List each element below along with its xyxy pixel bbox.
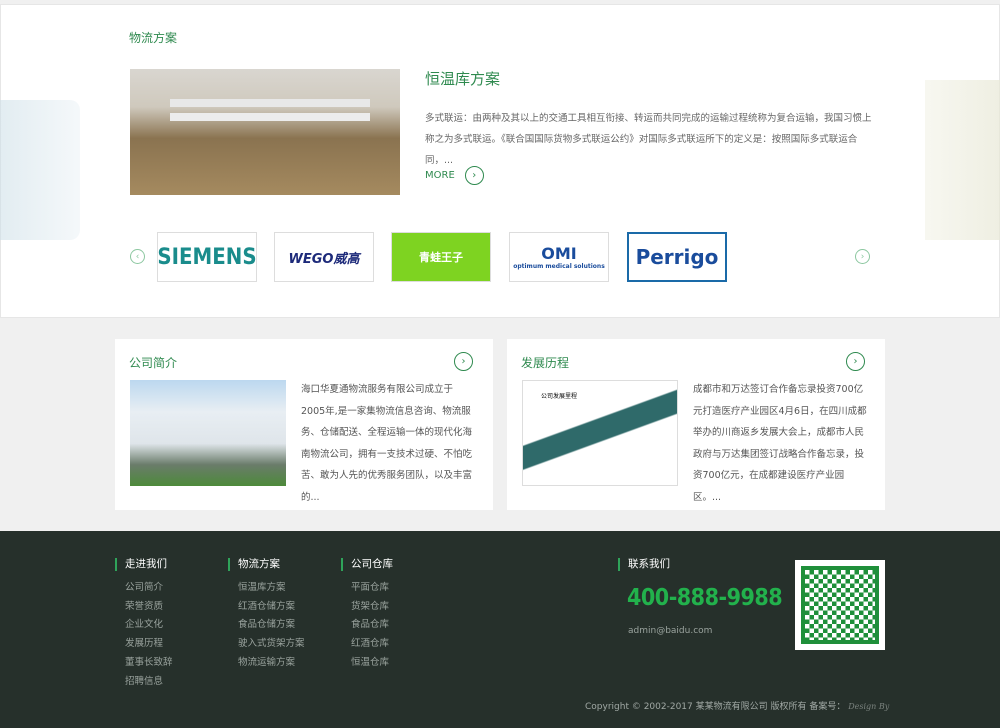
- footer-link[interactable]: 驶入式货架方案: [228, 638, 305, 651]
- copyright: Copyright © 2002-2017 某某物流有限公司 版权所有 备案号：…: [585, 702, 890, 712]
- footer-link[interactable]: 公司简介: [115, 582, 173, 595]
- footer-contact: 联系我们: [618, 558, 670, 571]
- footer-col-title: 走进我们: [115, 558, 173, 571]
- footer-col-title: 公司仓库: [341, 558, 393, 571]
- history-image: 公司发展里程: [522, 380, 678, 486]
- footer-link[interactable]: 恒温库方案: [228, 582, 305, 595]
- partner-logo-frog-prince[interactable]: 青蛙王子: [391, 232, 491, 282]
- carousel-prev-button[interactable]: ‹: [130, 249, 145, 264]
- solution-title[interactable]: 恒温库方案: [425, 68, 500, 89]
- footer-link[interactable]: 食品仓储方案: [228, 619, 305, 632]
- footer-link[interactable]: 红酒仓储方案: [228, 601, 305, 614]
- history-card: 发展历程 › 公司发展里程 成都市和万达签订合作备忘录投资700亿元打造医疗产业…: [507, 339, 885, 510]
- warehouse-image[interactable]: [130, 69, 400, 195]
- footer-link[interactable]: 货架仓库: [341, 601, 393, 614]
- about-text: 海口华夏通物流服务有限公司成立于2005年,是一家集物流信息咨询、物流服务、仓储…: [301, 384, 473, 503]
- partner-logo-siemens[interactable]: SIEMENS: [157, 232, 257, 282]
- more-label: MORE: [425, 170, 455, 181]
- footer-link[interactable]: 红酒仓库: [341, 638, 393, 651]
- footer-link[interactable]: 企业文化: [115, 619, 173, 632]
- carousel-next-button[interactable]: ›: [855, 249, 870, 264]
- chevron-right-icon[interactable]: ›: [454, 352, 473, 371]
- footer-link[interactable]: 董事长致辞: [115, 657, 173, 670]
- email-link[interactable]: admin@baidu.com: [628, 626, 712, 636]
- history-title[interactable]: 发展历程: [521, 354, 569, 371]
- company-building-image: [130, 380, 286, 486]
- footer-link[interactable]: 平面仓库: [341, 582, 393, 595]
- about-title[interactable]: 公司简介: [129, 354, 177, 371]
- more-link[interactable]: MORE ›: [425, 166, 484, 185]
- partner-logo-perrigo[interactable]: Perrigo: [627, 232, 727, 282]
- footer-col-about: 走进我们 公司简介 荣誉资质 企业文化 发展历程 董事长致辞 招聘信息: [115, 558, 173, 688]
- about-card: 公司简介 › 海口华夏通物流服务有限公司成立于2005年,是一家集物流信息咨询、…: [115, 339, 493, 510]
- chevron-right-icon: ›: [464, 166, 484, 185]
- history-text: 成都市和万达签订合作备忘录投资700亿元打造医疗产业园区4月6日，在四川成都举办…: [693, 384, 867, 503]
- footer-col-solutions: 物流方案 恒温库方案 红酒仓储方案 食品仓储方案 驶入式货架方案 物流运输方案: [228, 558, 305, 670]
- footer-col-warehouses: 公司仓库 平面仓库 货架仓库 食品仓库 红酒仓库 恒温仓库: [341, 558, 393, 670]
- footer-link[interactable]: 食品仓库: [341, 619, 393, 632]
- chevron-right-icon[interactable]: ›: [846, 352, 865, 371]
- footer-link[interactable]: 发展历程: [115, 638, 173, 651]
- truck-decoration: [0, 100, 80, 240]
- footer-link[interactable]: 荣誉资质: [115, 601, 173, 614]
- forklift-decoration: [925, 80, 1000, 240]
- footer-link[interactable]: 恒温仓库: [341, 657, 393, 670]
- qr-code: [795, 560, 885, 650]
- phone-number: 400-888-9988: [627, 585, 783, 611]
- footer-link[interactable]: 物流运输方案: [228, 657, 305, 670]
- contact-title: 联系我们: [618, 558, 670, 571]
- section-title: 物流方案: [129, 31, 178, 45]
- footer-link[interactable]: 招聘信息: [115, 676, 173, 689]
- partner-logo-omi[interactable]: OMI optimum medical solutions: [509, 232, 609, 282]
- solution-description: 多式联运：由两种及其以上的交通工具相互衔接、转运而共同完成的运输过程统称为复合运…: [425, 113, 872, 166]
- partner-logo-wego[interactable]: WEGO威高: [274, 232, 374, 282]
- footer-col-title: 物流方案: [228, 558, 305, 571]
